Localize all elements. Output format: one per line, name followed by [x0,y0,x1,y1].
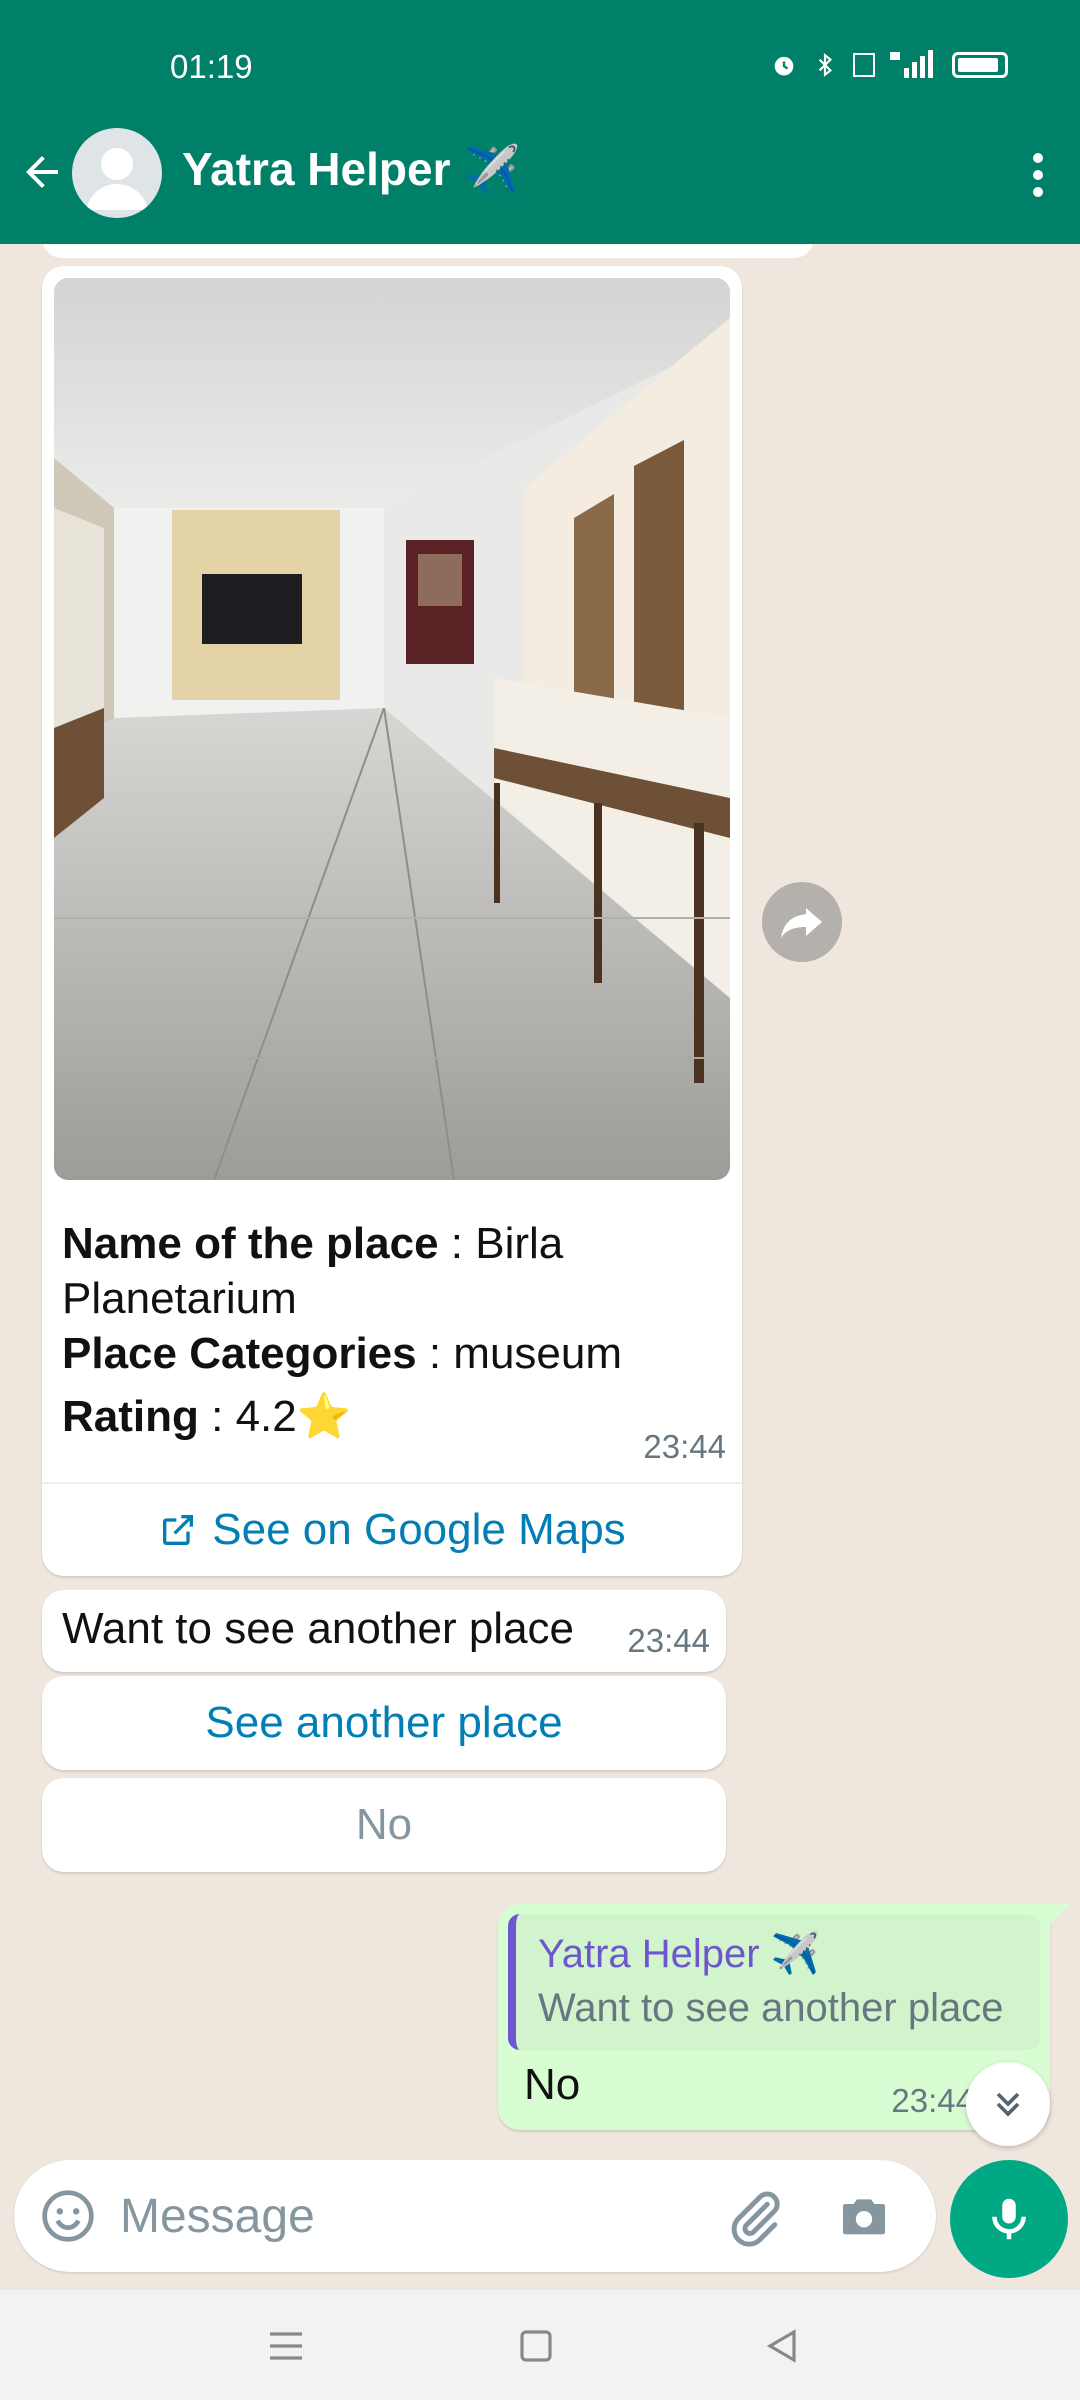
chat-title[interactable]: Yatra Helper ✈️ [182,142,521,197]
volte-icon [853,53,875,77]
message-text: No [524,2060,581,2109]
system-navigation-bar [0,2290,1080,2400]
paperclip-icon[interactable] [726,2188,786,2248]
chat-header: Yatra Helper ✈️ [0,120,1080,244]
place-photo[interactable] [54,278,730,1180]
no-button[interactable]: No [42,1778,726,1872]
maps-link-label: See on Google Maps [212,1505,626,1554]
emoji-icon[interactable] [40,2188,96,2244]
place-details: Name of the place : Birla Planetarium Pl… [62,1216,722,1444]
place-rating-line: Rating : 4.2⭐ [62,1389,722,1444]
external-link-icon [163,1515,194,1545]
message-text: Want to see another place [62,1604,575,1653]
place-name-label: Name of the place [62,1219,439,1268]
message-time: 23:44 [891,2082,974,2119]
quoted-message[interactable]: Yatra Helper ✈️ Want to see another plac… [508,1914,1040,2050]
home-icon[interactable] [512,2322,560,2370]
status-bar: 01:19 [0,0,1080,136]
status-icons [770,50,1008,80]
recent-apps-icon[interactable] [262,2322,310,2370]
prompt-message[interactable]: Want to see another place 23:44 [42,1590,726,1672]
place-rating-value: : 4.2⭐ [198,1392,352,1441]
avatar[interactable] [72,128,162,218]
see-on-google-maps-button[interactable]: See on Google Maps [42,1484,742,1576]
double-chevron-down-icon [996,2092,1020,2117]
back-nav-icon[interactable] [758,2322,806,2370]
previous-message-bubble [42,244,814,258]
place-category-line: Place Categories : museum [62,1326,722,1381]
scroll-to-bottom-button[interactable] [966,2062,1050,2146]
quoted-sender: Yatra Helper ✈️ [538,1932,821,1976]
default-avatar-icon [86,148,148,210]
forward-icon [781,908,822,938]
back-arrow-icon[interactable] [18,148,66,196]
place-category-value: : museum [416,1329,623,1378]
status-time: 01:19 [170,48,253,85]
message-input[interactable] [120,2184,720,2248]
place-name-line: Name of the place : Birla Planetarium [62,1216,722,1326]
mic-icon [992,2198,1026,2240]
place-card-message[interactable]: Name of the place : Birla Planetarium Pl… [42,266,742,1576]
message-time: 23:44 [627,1622,710,1659]
chat-area[interactable]: Name of the place : Birla Planetarium Pl… [0,244,1080,2156]
quoted-text: Want to see another place [538,1986,1004,2030]
voice-message-button[interactable] [950,2160,1068,2278]
alarm-icon [774,56,794,76]
camera-icon[interactable] [836,2190,892,2246]
bluetooth-icon [818,52,833,78]
museum-interior-image [54,278,730,1180]
see-another-place-button[interactable]: See another place [42,1676,726,1770]
4g-signal-icon [890,50,933,78]
message-composer [14,2160,936,2272]
place-rating-label: Rating [62,1392,199,1441]
message-time: 23:44 [643,1428,726,1465]
more-vert-icon[interactable] [1030,150,1046,200]
place-category-label: Place Categories [62,1329,417,1378]
battery-icon [952,52,1008,78]
forward-button[interactable] [762,882,842,962]
